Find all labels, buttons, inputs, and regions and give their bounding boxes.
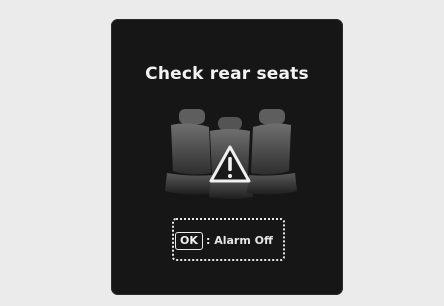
- page: Check rear seats OK: Alarm Off: [0, 0, 444, 306]
- rear-seats-warning-graphic: [149, 103, 309, 213]
- rear-seats-icon: [165, 109, 297, 199]
- alert-title: Check rear seats: [145, 64, 309, 84]
- ok-button[interactable]: OK: [175, 232, 203, 250]
- cluster-display: Check rear seats OK: Alarm Off: [111, 19, 343, 295]
- alarm-off-label: : Alarm Off: [206, 234, 273, 247]
